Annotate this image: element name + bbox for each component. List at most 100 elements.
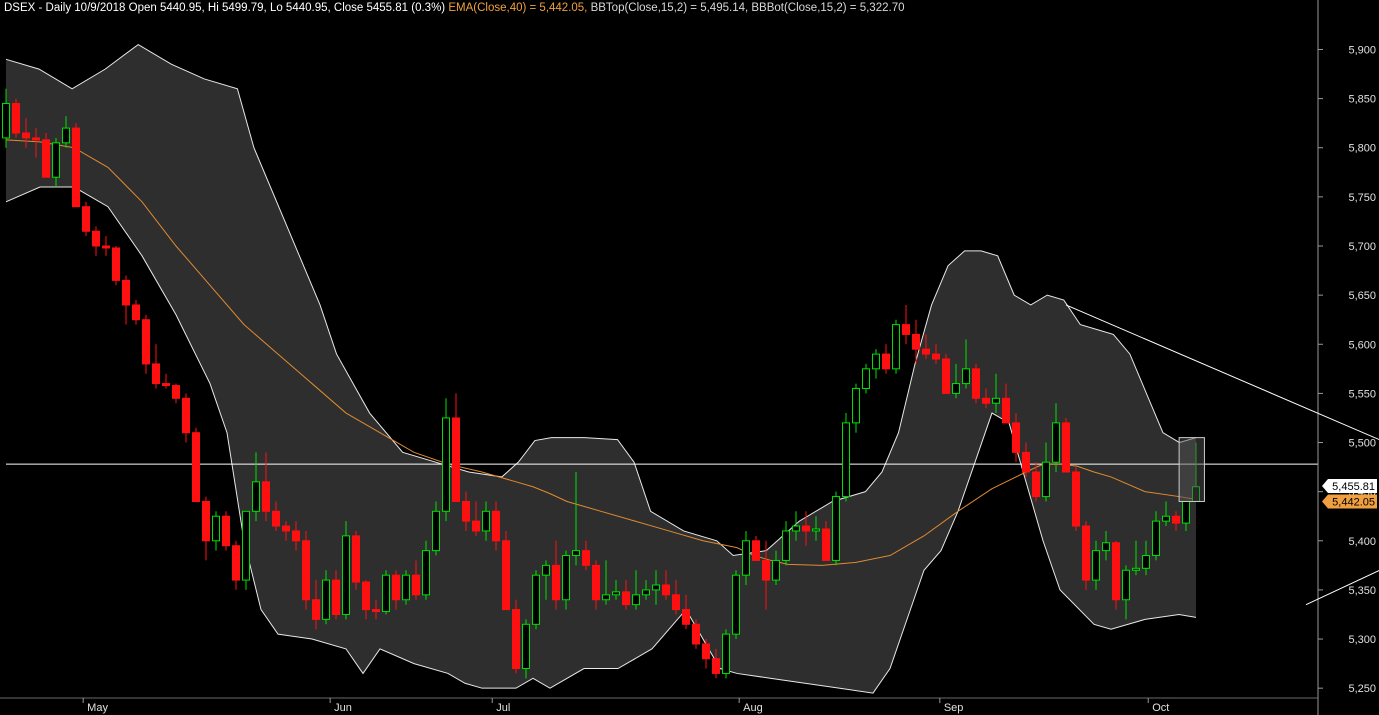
candle-body: [512, 609, 520, 670]
candle-body: [412, 574, 420, 596]
candle-body: [972, 368, 980, 399]
candle-body: [202, 500, 210, 542]
y-tick-label: 5,900: [1348, 44, 1376, 56]
candle-body: [442, 417, 450, 512]
candle-body: [822, 528, 830, 561]
candle-body: [92, 230, 100, 247]
candle-body: [392, 574, 400, 601]
candle-body: [992, 397, 1000, 404]
candle-body: [362, 581, 370, 611]
y-tick-label: 5,300: [1348, 634, 1376, 646]
candle-body: [162, 383, 170, 387]
candle-body: [112, 247, 120, 281]
candle-body: [1102, 542, 1110, 552]
candle-body: [582, 550, 590, 566]
candle-body: [182, 397, 190, 434]
candle-body: [672, 594, 680, 611]
candle-body: [572, 550, 580, 557]
candle-body: [1172, 515, 1180, 524]
candle-body: [1092, 550, 1100, 581]
x-tick-label: Aug: [743, 702, 763, 714]
candle-body: [402, 574, 410, 601]
candle-body: [472, 520, 480, 532]
candle-body: [802, 525, 810, 532]
candle-body: [122, 279, 130, 306]
candle-body: [1042, 461, 1050, 498]
candle-body: [342, 535, 350, 615]
candle-body: [712, 658, 720, 674]
candle-body: [1132, 567, 1140, 571]
y-tick-label: 5,350: [1348, 585, 1376, 597]
candle-body: [922, 348, 930, 355]
candle-body: [322, 579, 330, 620]
candle-body: [32, 137, 40, 141]
candle-body: [752, 540, 760, 561]
candle-body: [982, 397, 990, 404]
x-tick-label: Sep: [944, 702, 964, 714]
candle-body: [132, 304, 140, 321]
close-badge-label: 5,455.81: [1332, 481, 1375, 493]
candle-body: [882, 353, 890, 370]
candle-body: [232, 545, 240, 581]
candle-body: [1142, 555, 1150, 569]
candle-body: [332, 579, 340, 615]
ema-badge-label: 5,442.05: [1332, 496, 1375, 508]
candle-body: [62, 127, 70, 144]
x-tick-label: Jul: [496, 702, 510, 714]
candle-body: [892, 324, 900, 370]
y-tick-label: 5,600: [1348, 339, 1376, 351]
candle-body: [1052, 422, 1060, 463]
candle-body: [542, 564, 550, 576]
candle-body: [932, 353, 940, 360]
candle-body: [642, 589, 650, 596]
bollinger-band: [5, 43, 1197, 694]
x-tick-label: Jun: [334, 702, 352, 714]
candle-body: [812, 528, 820, 532]
candle-body: [732, 574, 740, 635]
x-tick-label: Oct: [1152, 702, 1169, 714]
candle-body: [282, 525, 290, 532]
y-tick-label: 5,400: [1348, 536, 1376, 548]
candle-body: [1002, 397, 1010, 424]
candle-body: [152, 363, 160, 385]
candle-body: [1062, 422, 1070, 473]
candle-body: [742, 540, 750, 576]
candle-body: [832, 496, 840, 561]
candle-body: [42, 139, 50, 178]
candlestick-chart[interactable]: 5,2505,3005,3505,4005,4505,5005,5505,600…: [0, 0, 1379, 715]
candle-body: [622, 591, 630, 606]
candle-body: [942, 358, 950, 394]
candle-body: [852, 387, 860, 424]
candle-body: [1182, 500, 1190, 524]
y-tick-label: 5,700: [1348, 241, 1376, 253]
candle-body: [662, 584, 670, 596]
candle-body: [452, 417, 460, 502]
candle-body: [382, 574, 390, 613]
candle-body: [612, 591, 620, 596]
candle-body: [82, 206, 90, 232]
candle-body: [492, 510, 500, 542]
candle-body: [372, 609, 380, 613]
candle-body: [1032, 471, 1040, 498]
candle-body: [902, 324, 910, 335]
candle-body: [1122, 569, 1130, 601]
candle-body: [652, 584, 660, 591]
candle-body: [262, 481, 270, 512]
candle-body: [502, 540, 510, 611]
candle-body: [352, 535, 360, 583]
candle-body: [1162, 515, 1170, 522]
candle-body: [1012, 422, 1020, 453]
candle-body: [692, 623, 700, 645]
candle-body: [532, 574, 540, 625]
candle-body: [872, 353, 880, 370]
candle-body: [102, 245, 110, 249]
candle-body: [632, 594, 640, 606]
candle-body: [1112, 542, 1120, 601]
candle-body: [912, 333, 920, 350]
highlight-box: [1178, 437, 1205, 502]
candle-body: [562, 555, 570, 601]
candle-body: [212, 515, 220, 542]
candle-body: [272, 510, 280, 527]
y-tick-label: 5,500: [1348, 438, 1376, 450]
y-tick-label: 5,750: [1348, 192, 1376, 204]
